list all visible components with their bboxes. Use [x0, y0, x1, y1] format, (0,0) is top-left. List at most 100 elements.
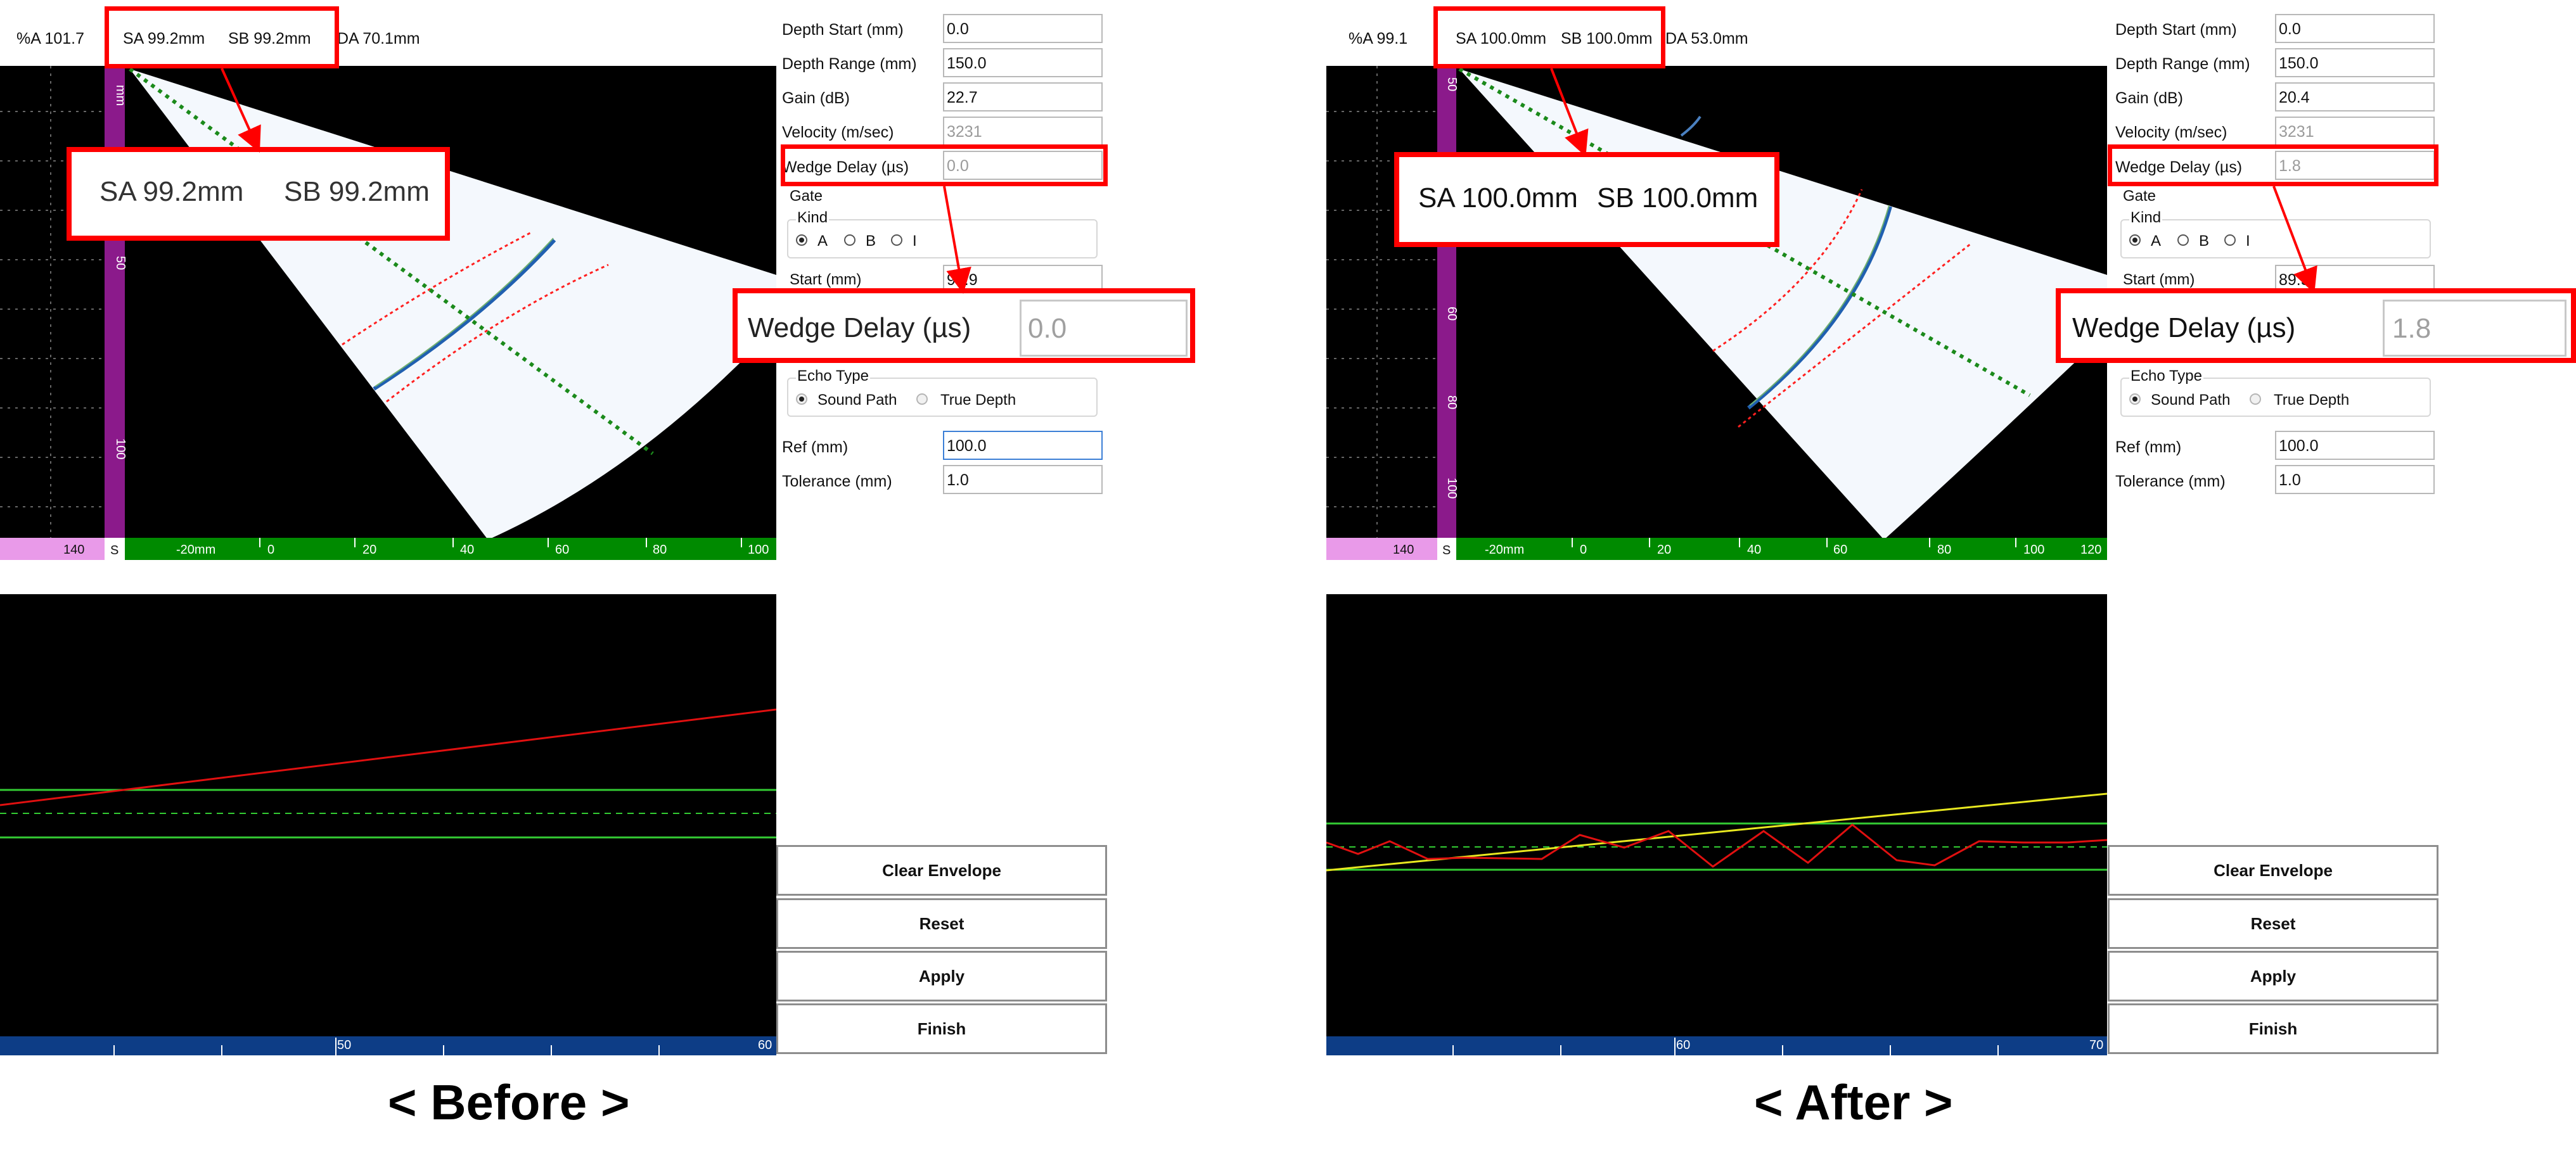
before-ascan-view[interactable]: 50 60 — [0, 594, 776, 1055]
gain-input[interactable]: 20.4 — [2275, 82, 2435, 111]
before-wedge-highlight — [781, 144, 1108, 186]
ref-input[interactable]: 100.0 — [2275, 431, 2435, 460]
tolerance-input[interactable]: 1.0 — [943, 465, 1103, 494]
index-tick-label: 0 — [267, 543, 274, 557]
index-tick-label: 40 — [1747, 543, 1761, 557]
before-caption: < Before > — [388, 1074, 630, 1130]
after-sa-sb-zoom: SA 100.0mm SB 100.0mm — [1394, 152, 1779, 247]
kind-i-radio[interactable] — [2224, 234, 2236, 246]
pink-ruler-label: 140 — [63, 543, 84, 557]
depth-tick-label: 60 — [1445, 307, 1459, 321]
before-sa-sb-highlight — [105, 6, 339, 68]
kind-b-radio[interactable] — [2177, 234, 2189, 246]
pink-ruler — [1326, 538, 1437, 560]
true-depth-label: True Depth — [940, 391, 1016, 409]
sound-path-radio[interactable] — [796, 393, 807, 405]
ascan-background — [1326, 594, 2107, 1055]
echo-type-label: Echo Type — [2129, 367, 2203, 385]
true-depth-label: True Depth — [2274, 391, 2350, 409]
index-tick-label: 20 — [1657, 543, 1671, 557]
depth-tick-label: 50 — [113, 256, 127, 270]
depth-tick-label: 80 — [1445, 395, 1459, 409]
reset-button[interactable]: Reset — [776, 898, 1107, 949]
ref-input[interactable]: 100.0 — [943, 431, 1103, 460]
depth-start-label: Depth Start (mm) — [782, 21, 904, 39]
index-tick-label: 120 — [2080, 543, 2101, 557]
s-label: S — [110, 544, 119, 557]
pink-ruler-label: 140 — [1393, 543, 1414, 557]
index-ruler — [1456, 538, 2107, 560]
zoom-sb-text: SB 99.2mm — [284, 176, 430, 207]
kind-i-label: I — [2246, 232, 2250, 250]
tolerance-input[interactable]: 1.0 — [2275, 465, 2435, 494]
depth-start-input[interactable]: 0.0 — [943, 14, 1103, 43]
clear-envelope-button[interactable]: Clear Envelope — [2108, 845, 2438, 896]
kind-a-radio[interactable] — [796, 234, 807, 246]
time-tick-label: 60 — [1676, 1038, 1690, 1052]
time-ruler — [1326, 1036, 2107, 1055]
finish-button[interactable]: Finish — [2108, 1003, 2438, 1054]
echo-type-label: Echo Type — [796, 367, 870, 385]
kind-group-label: Kind — [796, 209, 830, 227]
kind-a-label: A — [2151, 232, 2162, 250]
gain-label: Gain (dB) — [2115, 89, 2183, 107]
depth-start-label: Depth Start (mm) — [2115, 21, 2237, 39]
depth-tick-label: mm — [113, 85, 127, 106]
depth-start-input[interactable]: 0.0 — [2275, 14, 2435, 43]
depth-range-input[interactable]: 150.0 — [943, 48, 1103, 77]
finish-button[interactable]: Finish — [776, 1003, 1107, 1054]
kind-i-label: I — [913, 232, 917, 250]
tolerance-label: Tolerance (mm) — [782, 473, 892, 490]
index-tick-label: 80 — [1937, 543, 1951, 557]
zoom-sa-text: SA 99.2mm — [99, 176, 244, 207]
index-tick-label: -20mm — [1485, 543, 1524, 557]
ascan-background — [0, 594, 776, 1055]
kind-a-radio[interactable] — [2129, 234, 2141, 246]
velocity-input: 3231 — [2275, 117, 2435, 146]
true-depth-radio[interactable] — [2250, 393, 2261, 405]
time-tick-label: 70 — [2089, 1038, 2103, 1052]
time-tick-label: 60 — [758, 1038, 772, 1052]
index-tick-label: -20mm — [176, 543, 215, 557]
depth-range-label: Depth Range (mm) — [782, 55, 917, 73]
index-ruler — [125, 538, 776, 560]
sound-path-label: Sound Path — [817, 391, 897, 409]
apply-button[interactable]: Apply — [2108, 951, 2438, 1001]
kind-b-radio[interactable] — [844, 234, 855, 246]
sound-path-radio[interactable] — [2129, 393, 2141, 405]
reset-button[interactable]: Reset — [2108, 898, 2438, 949]
tolerance-label: Tolerance (mm) — [2115, 473, 2226, 490]
apply-button[interactable]: Apply — [776, 951, 1107, 1001]
depth-ruler — [105, 66, 125, 538]
kind-group — [787, 219, 1098, 258]
true-depth-radio[interactable] — [916, 393, 928, 405]
before-sscan-view[interactable]: mm 50 100 140 S -20mm 0 20 40 60 80 100 — [0, 66, 776, 560]
kind-a-label: A — [817, 232, 828, 250]
before-da-readout: DA 70.1mm — [337, 29, 420, 48]
gate-start-label: Start (mm) — [790, 271, 862, 288]
time-tick-label: 50 — [337, 1038, 351, 1052]
zoom-sa-text: SA 100.0mm — [1418, 182, 1578, 213]
kind-i-radio[interactable] — [891, 234, 902, 246]
before-sa-sb-zoom: SA 99.2mm SB 99.2mm — [67, 147, 450, 241]
clear-envelope-button[interactable]: Clear Envelope — [776, 845, 1107, 896]
index-tick-label: 60 — [1833, 543, 1847, 557]
kind-b-label: B — [2199, 232, 2210, 250]
index-tick-label: 100 — [2023, 543, 2044, 557]
pink-ruler — [0, 538, 105, 560]
velocity-label: Velocity (m/sec) — [2115, 124, 2227, 141]
index-tick-label: 80 — [653, 543, 667, 557]
after-ascan-view[interactable]: 60 70 — [1326, 594, 2107, 1055]
after-wedge-highlight — [2108, 144, 2438, 186]
velocity-input: 3231 — [943, 117, 1103, 146]
depth-tick-label: 100 — [1445, 478, 1459, 499]
gain-input[interactable]: 22.7 — [943, 82, 1103, 111]
time-ruler — [0, 1036, 776, 1055]
depth-tick-label: 50 — [1445, 77, 1459, 91]
after-da-readout: DA 53.0mm — [1665, 29, 1748, 48]
depth-range-input[interactable]: 150.0 — [2275, 48, 2435, 77]
gate-group-label: Gate — [2123, 188, 2156, 205]
index-tick-label: 100 — [748, 543, 769, 557]
after-sscan-view[interactable]: 50 60 80 100 140 S -20mm 0 20 40 60 80 1… — [1326, 66, 2107, 560]
sound-path-label: Sound Path — [2151, 391, 2231, 409]
